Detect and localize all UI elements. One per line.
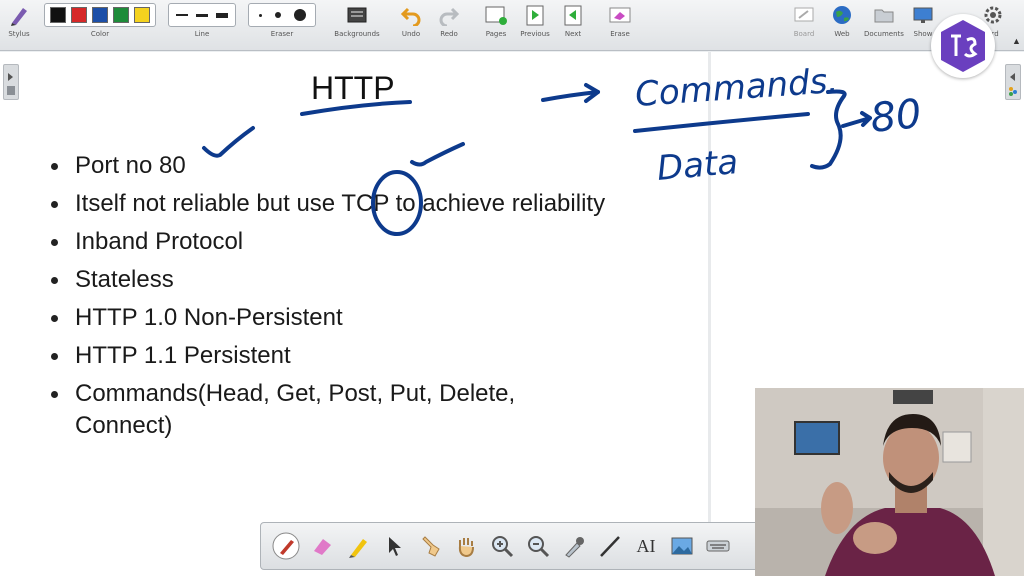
board-icon xyxy=(792,3,816,27)
screen-capture-icon[interactable] xyxy=(667,531,697,561)
list-item: HTTP 1.1 Persistent xyxy=(46,340,606,372)
pointer-hand-icon[interactable] xyxy=(415,531,445,561)
color-swatch-red[interactable] xyxy=(71,7,88,23)
zoom-in-icon[interactable] xyxy=(487,531,517,561)
redo-label: Redo xyxy=(440,30,458,38)
list-item: Inband Protocol xyxy=(46,226,606,258)
text-tool-icon[interactable]: AI xyxy=(631,531,661,561)
stylus-icon xyxy=(7,3,31,27)
floating-toolbar: AI xyxy=(260,522,760,570)
board-button[interactable]: Board xyxy=(790,3,818,38)
previous-label: Previous xyxy=(520,30,550,38)
zoom-out-icon[interactable] xyxy=(523,531,553,561)
undo-icon xyxy=(399,3,423,27)
list-item: HTTP 1.0 Non-Persistent xyxy=(46,302,606,334)
channel-logo xyxy=(931,14,995,78)
next-button[interactable]: Next xyxy=(560,3,586,38)
backgrounds-label: Backgrounds xyxy=(334,30,380,38)
undo-label: Undo xyxy=(401,30,421,38)
line-tool: Line xyxy=(168,3,236,38)
color-swatch-green[interactable] xyxy=(112,7,129,23)
pages-icon xyxy=(484,3,508,27)
left-side-tab[interactable] xyxy=(3,64,19,100)
list-item: Port no 80 xyxy=(46,150,606,182)
board-label: Board xyxy=(793,30,815,38)
color-swatch-black[interactable] xyxy=(50,7,67,23)
color-swatch-yellow[interactable] xyxy=(133,7,150,23)
web-label: Web xyxy=(834,30,850,38)
highlighter-icon[interactable] xyxy=(343,531,373,561)
documents-button[interactable]: Documents xyxy=(862,3,906,38)
presenter-video-image xyxy=(755,388,1024,576)
line-medium[interactable] xyxy=(196,13,208,17)
color-swatch-blue[interactable] xyxy=(91,7,108,23)
eraser-sizes xyxy=(248,3,316,27)
eraser-tool-icon[interactable] xyxy=(307,531,337,561)
line-thin[interactable] xyxy=(176,14,188,16)
line-label: Line xyxy=(194,30,210,38)
erase-label: Erase xyxy=(610,30,630,38)
redo-icon xyxy=(437,3,461,27)
eraser-tool: Eraser xyxy=(248,3,316,38)
dropper-icon[interactable] xyxy=(559,531,589,561)
erase-icon xyxy=(608,3,632,27)
color-tool: Color xyxy=(44,3,156,38)
globe-icon xyxy=(830,3,854,27)
list-item: Commands(Head, Get, Post, Put, Delete, C… xyxy=(46,378,606,442)
toolbar-collapse-icon[interactable]: ▲ xyxy=(1012,36,1021,46)
pages-button[interactable]: Pages xyxy=(482,3,510,38)
line-thick[interactable] xyxy=(216,12,228,18)
stylus-tool[interactable]: Stylus xyxy=(4,3,34,38)
presenter-webcam xyxy=(755,388,1024,576)
pages-label: Pages xyxy=(485,30,507,38)
list-item: Stateless xyxy=(46,264,606,296)
color-palette xyxy=(44,3,156,27)
undo-button[interactable]: Undo xyxy=(398,3,424,38)
documents-label: Documents xyxy=(864,30,904,38)
eraser-small[interactable] xyxy=(258,13,262,17)
cursor-icon[interactable] xyxy=(379,531,409,561)
page-divider xyxy=(708,52,711,552)
keyboard-icon[interactable] xyxy=(703,531,733,561)
eraser-medium[interactable] xyxy=(274,12,281,18)
slide-title: HTTP xyxy=(311,70,395,106)
line-widths xyxy=(168,3,236,27)
erase-button[interactable]: Erase xyxy=(606,3,634,38)
eraser-large[interactable] xyxy=(293,9,306,21)
next-label: Next xyxy=(564,30,582,38)
backgrounds-button[interactable]: Backgrounds xyxy=(332,3,382,38)
list-item: Itself not reliable but use TCP to achie… xyxy=(46,188,606,220)
pan-hand-icon[interactable] xyxy=(451,531,481,561)
web-button[interactable]: Web xyxy=(828,3,856,38)
previous-button[interactable]: Previous xyxy=(518,3,552,38)
next-page-icon xyxy=(561,3,585,27)
eraser-label: Eraser xyxy=(270,30,294,38)
top-toolbar: Stylus Color Line Eraser Backgrounds Und… xyxy=(0,0,1024,51)
folder-icon xyxy=(872,3,896,27)
backgrounds-icon xyxy=(345,3,369,27)
redo-button[interactable]: Redo xyxy=(436,3,462,38)
right-side-tab[interactable] xyxy=(1005,64,1021,100)
line-tool-icon[interactable] xyxy=(595,531,625,561)
pen-tool-icon[interactable] xyxy=(271,531,301,561)
color-label: Color xyxy=(90,30,110,38)
stylus-label: Stylus xyxy=(8,30,30,38)
bullet-list: Port no 80 Itself not reliable but use T… xyxy=(46,150,606,448)
show-label: Show xyxy=(913,30,933,38)
previous-page-icon xyxy=(523,3,547,27)
